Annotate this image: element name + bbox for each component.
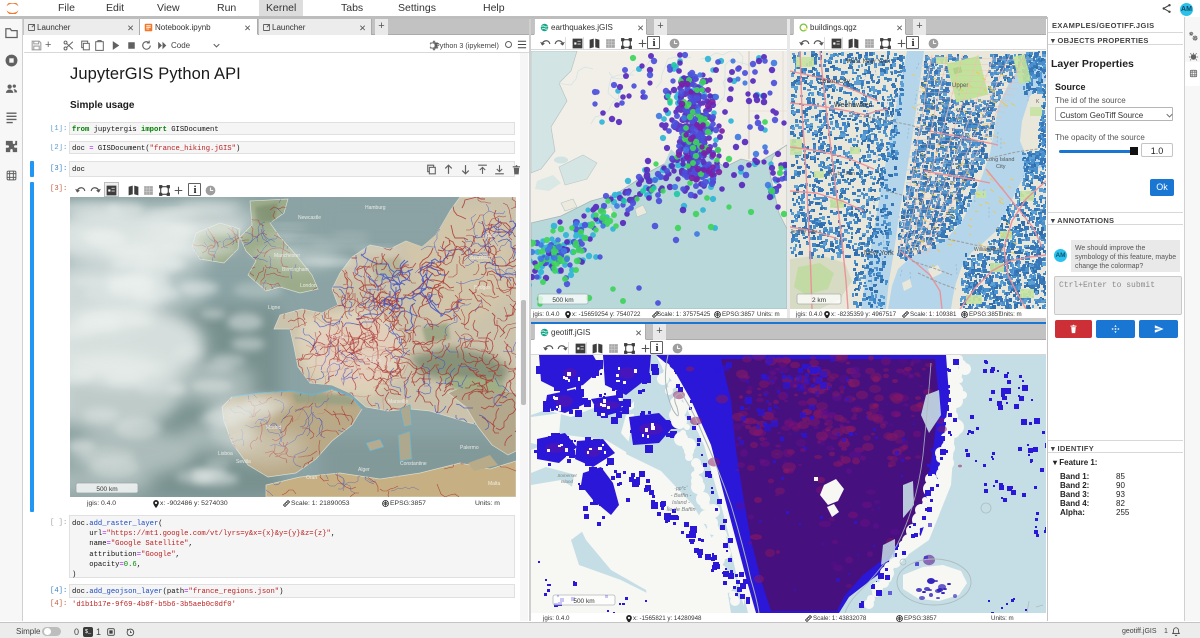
- svg-text:Williamsburg: Williamsburg: [974, 247, 1003, 253]
- svg-text:Jersey City…: Jersey City…: [790, 229, 823, 235]
- svg-text:City: City: [996, 164, 1006, 170]
- svg-text:H…b…ken: H…b…ken: [828, 171, 855, 177]
- svg-text:Gda: Gda: [486, 233, 496, 239]
- svg-text:Island: Island: [561, 479, 574, 484]
- svg-text:·pp°cˆ: ·pp°cˆ: [674, 486, 688, 492]
- svg-text:Alger: Alger: [358, 467, 370, 473]
- svg-text:Hamburg: Hamburg: [365, 205, 386, 211]
- svg-text:500 km: 500 km: [552, 297, 573, 304]
- svg-text:Szczecin: Szczecin: [470, 255, 490, 261]
- svg-text:Somerset: Somerset: [557, 473, 577, 478]
- svg-text:Madrid: Madrid: [266, 425, 282, 431]
- svg-text:Island -: Island -: [672, 500, 690, 506]
- svg-text:Lyon: Lyon: [370, 358, 381, 364]
- svg-text:500 km: 500 km: [573, 598, 594, 605]
- svg-text:Lisboa: Lisboa: [218, 451, 233, 457]
- svg-text:Ligne: Ligne: [268, 305, 280, 311]
- svg-text:Paris: Paris: [332, 335, 344, 341]
- svg-text:Union City: Union City: [820, 78, 851, 85]
- svg-text:Long Island: Long Island: [986, 157, 1014, 163]
- svg-text:Palermo: Palermo: [460, 445, 479, 451]
- svg-text:Newcastle: Newcastle: [298, 215, 321, 221]
- svg-text:London: London: [300, 283, 317, 289]
- svg-text:Oran: Oran: [306, 475, 317, 481]
- svg-text:Sevilla: Sevilla: [236, 459, 251, 465]
- svg-text:Upper: Upper: [952, 83, 968, 89]
- svg-text:Manchester: Manchester: [274, 253, 300, 259]
- svg-text:2 km: 2 km: [812, 297, 826, 304]
- svg-text:West New York: West New York: [846, 58, 891, 65]
- svg-text:Bydgos: Bydgos: [474, 285, 491, 291]
- svg-text:Malta: Malta: [488, 481, 500, 487]
- svg-text:Île de Baffin: Île de Baffin: [666, 506, 695, 513]
- svg-text:Constantine: Constantine: [400, 461, 427, 467]
- svg-text:- Baffin -: - Baffin -: [671, 493, 692, 499]
- svg-text:Marseille: Marseille: [388, 399, 408, 405]
- svg-text:New York: New York: [864, 250, 894, 257]
- svg-text:Birmingham: Birmingham: [282, 267, 309, 273]
- svg-text:Weehawken: Weehawken: [834, 102, 873, 109]
- svg-text:500 km: 500 km: [96, 486, 117, 493]
